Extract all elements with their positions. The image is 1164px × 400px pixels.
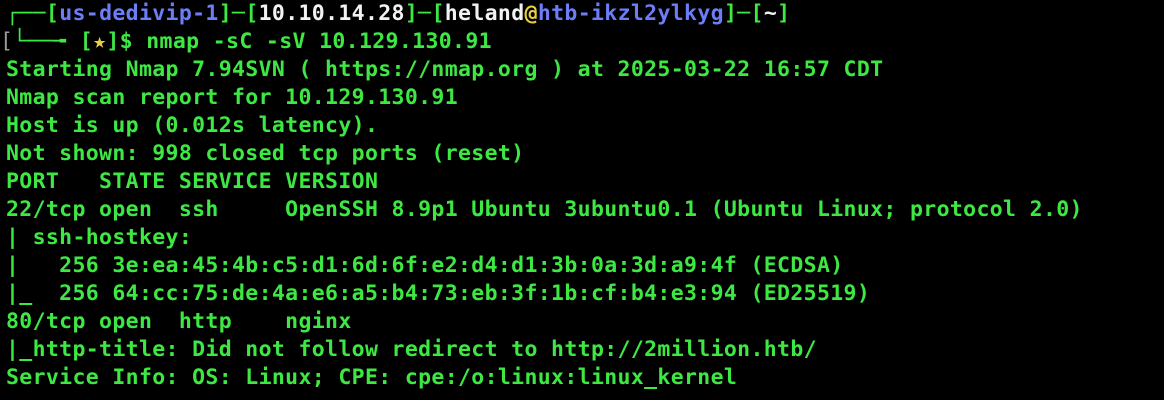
prompt-user: heland bbox=[444, 1, 525, 26]
prompt-bracket-close: ] bbox=[777, 1, 791, 26]
prompt-host-tag: us-dedivip-1 bbox=[59, 1, 219, 26]
output-line: |_ 256 64:cc:75:de:4a:e6:a5:b4:73:eb:3f:… bbox=[6, 281, 871, 306]
star-icon: ★ bbox=[93, 29, 107, 54]
prompt-bracket-open: [ bbox=[431, 1, 445, 26]
prompt-cwd: ~ bbox=[763, 1, 778, 26]
prompt-bracket-open: [ bbox=[245, 1, 259, 26]
prompt-left-bracket: [ bbox=[0, 29, 14, 54]
prompt-separator: ─ bbox=[418, 1, 432, 26]
output-line: Not shown: 998 closed tcp ports (reset) bbox=[6, 141, 525, 166]
prompt-bracket-open: [ bbox=[750, 1, 764, 26]
output-line: Service Info: OS: Linux; CPE: cpe:/o:lin… bbox=[6, 365, 738, 390]
prompt-at: @ bbox=[524, 1, 538, 26]
prompt-bracket-close: ] bbox=[404, 1, 419, 26]
output-line: Host is up (0.012s latency). bbox=[6, 113, 379, 138]
prompt-separator: ─ bbox=[232, 1, 246, 26]
output-line: 80/tcp open http nginx bbox=[6, 309, 352, 334]
output-line: Nmap scan report for 10.129.130.91 bbox=[6, 85, 458, 110]
output-line: | ssh-hostkey: bbox=[6, 225, 193, 250]
prompt-separator: ─ bbox=[737, 1, 751, 26]
prompt-bracket-close: ] bbox=[723, 1, 738, 26]
prompt-dollar: $ bbox=[119, 29, 147, 54]
prompt-line-command: [└──╼ [★]$ nmap -sC -sV 10.129.130.91 bbox=[0, 28, 1164, 56]
output-line: PORT STATE SERVICE VERSION bbox=[6, 169, 379, 194]
terminal-window[interactable]: ┌──[us-dedivip-1]─[10.10.14.28]─[heland@… bbox=[0, 0, 1164, 400]
output-line: Starting Nmap 7.94SVN ( https://nmap.org… bbox=[6, 57, 884, 82]
prompt-line-top: ┌──[us-dedivip-1]─[10.10.14.28]─[heland@… bbox=[0, 0, 1164, 28]
prompt-bracket-close: ] bbox=[218, 1, 233, 26]
command-text: nmap -sC -sV 10.129.130.91 bbox=[146, 29, 492, 54]
prompt-star-bracket-close: ] bbox=[106, 29, 120, 54]
prompt-machine: htb-ikzl2ylkyg bbox=[537, 1, 724, 26]
prompt-box-top: ┌── bbox=[6, 1, 46, 26]
prompt-bracket-open: [ bbox=[45, 1, 60, 26]
output-line: | 256 3e:ea:45:4b:c5:d1:6d:6f:e2:d4:d1:3… bbox=[6, 253, 844, 278]
prompt-star-bracket-open: [ bbox=[79, 29, 94, 54]
prompt-ip: 10.10.14.28 bbox=[258, 1, 405, 26]
output-line: |_http-title: Did not follow redirect to… bbox=[6, 337, 817, 362]
prompt-box-bottom: └──╼ bbox=[13, 29, 80, 54]
output-line: 22/tcp open ssh OpenSSH 8.9p1 Ubuntu 3ub… bbox=[6, 197, 1083, 222]
